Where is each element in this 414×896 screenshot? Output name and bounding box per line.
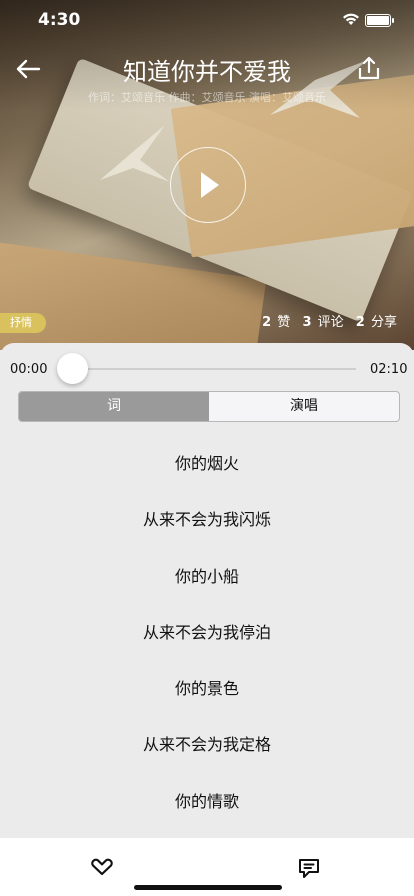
battery-icon (365, 14, 394, 27)
back-arrow-icon[interactable] (14, 57, 42, 81)
lyric-line: 你的烟火 (174, 454, 239, 473)
lyric-line: 从来不会为我闪烁 (142, 510, 271, 530)
progress-slider-thumb[interactable] (57, 353, 88, 384)
status-bar: 4:30 (0, 0, 414, 44)
heart-outline-icon[interactable] (90, 858, 114, 876)
stats-row: 2 赞 3 评论 2 分享 (262, 311, 397, 330)
paper-crane-decoration (100, 125, 170, 182)
bottom-toolbar (0, 838, 414, 896)
share-icon[interactable] (356, 55, 382, 81)
lyric-line: 从来不会为我定格 (142, 735, 271, 755)
song-credits: 作词：艾颂音乐 作曲：艾颂音乐 演唱：艾颂音乐 (88, 91, 326, 104)
likes-count: 2 (262, 315, 272, 330)
play-button[interactable] (170, 147, 246, 223)
current-time: 00:00 (10, 362, 48, 377)
song-title: 知道你并不爱我 (123, 58, 291, 86)
lyric-line: 从来不会为我停泊 (142, 622, 271, 642)
shares-count: 2 (355, 315, 365, 330)
segment-performance[interactable]: 演唱 (209, 392, 399, 421)
comment-icon[interactable] (297, 857, 321, 879)
total-time: 02:10 (370, 362, 408, 377)
comments-label[interactable]: 评论 (318, 315, 344, 330)
lyric-line: 你的情歌 (174, 791, 239, 811)
likes-label[interactable]: 赞 (277, 315, 290, 330)
status-time: 4:30 (38, 10, 81, 30)
segment-lyrics[interactable]: 词 (19, 392, 209, 421)
lyric-line: 你的小船 (174, 566, 239, 586)
progress-track[interactable] (58, 368, 356, 370)
home-indicator (134, 885, 282, 890)
lyrics-list: 你的烟火 从来不会为我闪烁 你的小船 从来不会为我停泊 你的景色 从来不会为我定… (0, 446, 414, 840)
lyric-line: 你的景色 (174, 679, 239, 699)
shares-label[interactable]: 分享 (371, 315, 397, 330)
wifi-icon (343, 13, 359, 25)
comments-count: 3 (302, 315, 312, 330)
genre-tag: 抒情 (0, 313, 46, 333)
play-icon (201, 172, 219, 198)
mode-segmented-control: 词 演唱 (18, 391, 400, 422)
